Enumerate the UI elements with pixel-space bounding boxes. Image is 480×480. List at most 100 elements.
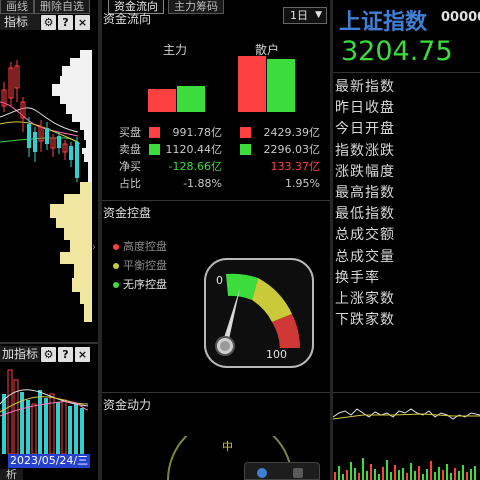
- close-icon[interactable]: ×: [75, 347, 90, 362]
- intraday-volume-bar: [458, 471, 460, 480]
- bottom-indicator-label[interactable]: 加指标: [0, 346, 40, 362]
- intraday-chart[interactable]: [333, 395, 480, 480]
- intraday-volume-bar: [450, 473, 452, 480]
- flow-retail-value: 2296.03亿: [263, 143, 321, 156]
- bar-main-buy: [148, 89, 176, 112]
- intraday-avg-line: [333, 413, 480, 420]
- legend-label: 高度控盘: [123, 240, 167, 253]
- quote-field-label: 上涨家数: [335, 291, 395, 307]
- legend-item: 高度控盘: [113, 238, 167, 254]
- legend-dot-icon: [113, 244, 119, 250]
- flow-retail-value: 133.37亿: [270, 160, 321, 173]
- legend-dot-icon: [113, 263, 119, 269]
- bar-main-sell: [177, 86, 205, 112]
- scroll-arrow-icon: ›: [92, 242, 96, 253]
- flow-color-square: [240, 144, 251, 155]
- section-divider: [102, 200, 330, 201]
- intraday-volume-bar: [434, 472, 436, 480]
- intraday-volume-bar: [366, 471, 368, 480]
- help-icon[interactable]: ?: [58, 15, 73, 30]
- intraday-volume-bar: [438, 467, 440, 480]
- flow-row: 卖盘 1120.44亿 2296.03亿: [119, 141, 329, 158]
- intraday-volume-bar: [370, 464, 372, 480]
- legend-label: 无序控盘: [123, 278, 167, 291]
- dynamics-title: 资金动力: [103, 398, 152, 412]
- period-select[interactable]: 1日 ▼: [283, 7, 327, 24]
- flow-row-label: 净买: [119, 160, 141, 173]
- section-divider: [102, 392, 330, 393]
- menu-icon[interactable]: [293, 468, 303, 478]
- intraday-volume-bar: [446, 464, 448, 480]
- quote-field-label: 最新指数: [335, 79, 395, 95]
- bar-retail-buy: [238, 56, 266, 112]
- candlestick-chart[interactable]: ›: [0, 32, 98, 342]
- volume-bars: [2, 369, 84, 454]
- intraday-volume-bar: [338, 466, 340, 480]
- tab-delete-watchlist[interactable]: 删除自选: [34, 0, 90, 14]
- fund-flow-bars: [148, 56, 295, 112]
- flow-main-value: -1.88%: [183, 177, 222, 190]
- left-divider: [0, 342, 98, 344]
- flow-main-value: 1120.44亿: [165, 143, 223, 156]
- intraday-volume-bar: [402, 468, 404, 480]
- legend-label: 平衡控盘: [123, 259, 167, 272]
- intraday-volume-bar: [462, 465, 464, 480]
- top-indicator-label[interactable]: 指标: [0, 14, 40, 30]
- intraday-volume-bar: [378, 474, 380, 480]
- intraday-volume-bar: [470, 469, 472, 480]
- intraday-volume-bar: [382, 467, 384, 480]
- intraday-volume-bar: [362, 458, 364, 480]
- quote-field-label: 涨跌幅度: [335, 163, 395, 180]
- intraday-volume-bar: [418, 466, 420, 480]
- intraday-volume-bar: [474, 466, 476, 480]
- index-price: 3204.75: [341, 36, 453, 67]
- intraday-volume-bar: [390, 472, 392, 480]
- intraday-volume-bar: [386, 460, 388, 480]
- gear-icon[interactable]: ⚙: [41, 347, 56, 362]
- fund-flow-title: 资金流向: [103, 12, 152, 26]
- help-icon[interactable]: ?: [58, 347, 73, 362]
- legend-item: 无序控盘: [113, 276, 167, 292]
- intraday-volume-bar: [454, 468, 456, 480]
- left-panel: 画线 删除自选 指标 ⚙ ? × › 加指标 ⚙ ? × 2023/05/24/…: [0, 0, 98, 480]
- flow-row: 占比 -1.88% 1.95%: [119, 175, 329, 192]
- assistant-icon[interactable]: [257, 468, 267, 478]
- volume-chart[interactable]: [0, 364, 98, 454]
- intraday-volume-bar: [466, 472, 468, 480]
- flow-main-value: -128.66亿: [168, 160, 222, 173]
- close-icon[interactable]: ×: [75, 15, 90, 30]
- price-divider: [333, 72, 480, 73]
- quote-field-label: 今日开盘: [335, 121, 395, 138]
- control-gauge: 0 100: [204, 258, 314, 368]
- intraday-volume-bar: [406, 473, 408, 480]
- date-label: 2023/05/24/三: [8, 454, 91, 468]
- gauge-max-label: 100: [266, 348, 287, 361]
- bar-retail-sell: [267, 59, 295, 112]
- flow-color-square: [240, 127, 251, 138]
- flow-main-value: 991.78亿: [172, 126, 223, 139]
- gear-icon[interactable]: ⚙: [41, 15, 56, 30]
- flow-row: 净买 -128.66亿 133.37亿: [119, 158, 329, 175]
- intraday-volume-bar: [350, 462, 352, 480]
- tab-main-chips[interactable]: 主力筹码: [168, 0, 224, 14]
- intraday-volume-bar: [414, 471, 416, 480]
- index-code: 000001: [441, 10, 480, 25]
- flow-color-square: [149, 144, 160, 155]
- intraday-volume-bar: [334, 472, 336, 480]
- intraday-volume-bar: [442, 470, 444, 480]
- intraday-volume-bar: [426, 469, 428, 480]
- flow-row: 买盘 991.78亿 2429.39亿: [119, 124, 329, 141]
- intraday-price-line: [333, 408, 480, 420]
- dropdown-arrow-icon: ▼: [315, 10, 322, 20]
- quote-field-label: 最高指数: [335, 185, 395, 201]
- quote-field-label: 总成交额: [335, 227, 395, 244]
- tab-draw-line[interactable]: 画线: [0, 0, 34, 14]
- quote-field-label: 最低指数: [335, 206, 395, 223]
- flow-retail-value: 2429.39亿: [263, 126, 321, 139]
- volume-profile-lower: [50, 182, 92, 322]
- bottom-tab[interactable]: 析: [0, 469, 23, 480]
- control-title: 资金控盘: [103, 206, 152, 220]
- gauge-min-label: 0: [216, 274, 223, 287]
- fields-divider: [333, 392, 480, 393]
- flow-color-square: [149, 127, 160, 138]
